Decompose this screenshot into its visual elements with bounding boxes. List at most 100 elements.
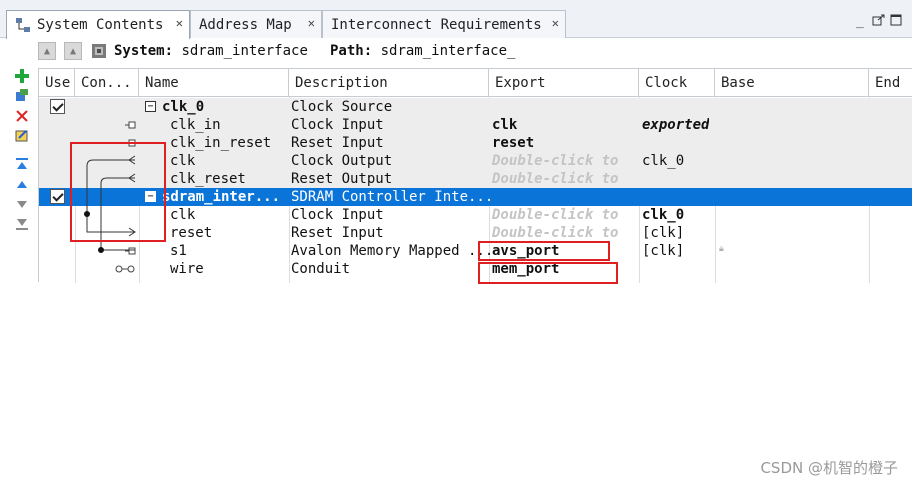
hierarchy-icon <box>16 89 28 101</box>
path-value: sdram_interface_ <box>380 43 516 59</box>
move-to-top-button[interactable] <box>14 156 30 172</box>
move-up-icon: ▲ <box>43 45 51 57</box>
system-path-info: System: sdram_interface <box>114 43 308 59</box>
column-header-use[interactable]: Use <box>39 69 75 97</box>
tab-bar: System Contents ✕ Address Map ✕ Intercon… <box>0 0 912 39</box>
edit-component-button[interactable] <box>14 128 30 144</box>
move-to-bottom-icon <box>16 219 28 230</box>
row-export[interactable]: Double-click to <box>492 170 618 188</box>
table-row-wire[interactable]: wire Conduit mem_port <box>39 260 912 278</box>
system-value: sdram_interface <box>181 43 308 59</box>
arrow-down-icon <box>17 201 27 208</box>
row-name: clk <box>170 153 196 169</box>
row-name: reset <box>170 225 213 241</box>
row-clock: [clk] <box>642 225 685 241</box>
close-icon[interactable]: ✕ <box>552 16 559 30</box>
move-up-button[interactable]: ▲ <box>38 42 56 60</box>
move-down-button[interactable] <box>14 196 30 212</box>
component-tool-strip <box>8 66 34 236</box>
tab-label: System Contents <box>37 17 164 33</box>
table-row-sdram-interface[interactable]: − sdram_inter... SDRAM Controller Inte..… <box>39 188 912 206</box>
table-header: Use Con... Name Description Export Clock… <box>39 69 912 97</box>
column-header-clock[interactable]: Clock <box>639 69 715 97</box>
table-row-sdram-clk[interactable]: clk Clock Input Double-click to clk_0 <box>39 206 912 224</box>
tab-interconnect-requirements[interactable]: Interconnect Requirements ✕ <box>322 10 566 38</box>
row-description: SDRAM Controller Inte... <box>291 189 494 205</box>
edit-icon <box>15 130 28 142</box>
row-name: sdram_inter... <box>162 189 281 205</box>
move-up-button[interactable] <box>14 176 30 192</box>
add-component-button[interactable] <box>14 68 30 84</box>
system-contents-icon <box>15 17 31 33</box>
add-hierarchy-button[interactable] <box>14 88 30 104</box>
column-header-base[interactable]: Base <box>715 69 869 97</box>
column-header-connections[interactable]: Con... <box>75 69 139 97</box>
system-icon <box>90 42 108 60</box>
column-header-end[interactable]: End <box>869 69 912 97</box>
highlight-box-connections <box>70 142 166 242</box>
move-top-button[interactable]: ▲ <box>64 42 82 60</box>
delete-icon <box>16 110 28 122</box>
system-contents-table: Use Con... Name Description Export Clock… <box>38 68 912 283</box>
close-icon[interactable]: ✕ <box>176 16 183 30</box>
row-name: clk_in <box>170 117 221 133</box>
move-to-bottom-button[interactable] <box>14 216 30 232</box>
row-export[interactable]: Double-click to <box>492 152 618 170</box>
row-clock: [clk] <box>642 243 685 259</box>
path-info: Path: sdram_interface_ <box>330 43 515 59</box>
row-description: Conduit <box>291 261 351 277</box>
path-label: Path: <box>330 43 373 59</box>
row-export[interactable]: clk <box>492 116 517 134</box>
row-name: clk_0 <box>162 99 205 115</box>
table-row-clk-in-reset[interactable]: clk_in_reset Reset Input reset <box>39 134 912 152</box>
move-to-top-icon <box>16 158 28 169</box>
column-header-description[interactable]: Description <box>289 69 489 97</box>
row-clock: exported <box>642 117 710 133</box>
row-clock[interactable]: clk_0 <box>642 206 684 224</box>
row-description: Avalon Memory Mapped ... <box>291 243 494 259</box>
row-description: Reset Input <box>291 225 384 241</box>
column-header-name[interactable]: Name <box>139 69 289 97</box>
highlight-box-avs-port <box>478 241 610 261</box>
remove-component-button[interactable] <box>14 108 30 124</box>
table-row-s1[interactable]: s1 Avalon Memory Mapped ... avs_port [cl… <box>39 242 912 260</box>
watermark: CSDN @机智的橙子 <box>760 459 898 477</box>
row-description: Reset Input <box>291 135 384 151</box>
move-top-icon: ▲ <box>69 45 77 57</box>
table-row-clk[interactable]: clk Clock Output Double-click to clk_0 <box>39 152 912 170</box>
use-checkbox[interactable] <box>50 189 65 204</box>
detach-icon[interactable] <box>872 14 886 30</box>
use-checkbox[interactable] <box>50 99 65 114</box>
table-row-sdram-reset[interactable]: reset Reset Input Double-click to [clk] <box>39 224 912 242</box>
row-description: Reset Output <box>291 171 393 187</box>
row-description: Clock Input <box>291 117 384 133</box>
lock-icon[interactable]: 🔒︎ <box>719 244 724 254</box>
row-description: Clock Input <box>291 207 384 223</box>
connection-dot <box>98 247 104 253</box>
row-name: clk_in_reset <box>170 135 272 151</box>
tab-address-map[interactable]: Address Map ✕ <box>190 10 322 38</box>
table-row-clk-in[interactable]: clk_in Clock Input clk exported <box>39 116 912 134</box>
row-description: Clock Output <box>291 153 393 169</box>
arrow-up-icon <box>17 181 27 188</box>
column-header-export[interactable]: Export <box>489 69 639 97</box>
row-export[interactable]: Double-click to <box>492 206 618 224</box>
tab-label: Address Map <box>199 16 292 33</box>
tab-system-contents[interactable]: System Contents ✕ <box>6 10 190 39</box>
row-export[interactable]: reset <box>492 134 534 152</box>
highlight-box-mem-port <box>478 262 618 284</box>
table-row-clk-reset[interactable]: clk_reset Reset Output Double-click to <box>39 170 912 188</box>
table-row-clk-0[interactable]: − clk_0 Clock Source <box>39 98 912 116</box>
row-clock: clk_0 <box>642 153 685 169</box>
row-name: clk <box>170 207 196 223</box>
row-name: wire <box>170 261 204 277</box>
minimize-icon[interactable]: _ <box>856 14 864 29</box>
tab-label: Interconnect Requirements <box>331 16 542 33</box>
close-icon[interactable]: ✕ <box>308 16 315 30</box>
row-description: Clock Source <box>291 99 393 115</box>
row-name: clk_reset <box>170 171 246 187</box>
row-name: s1 <box>170 243 187 259</box>
row-export[interactable]: Double-click to <box>492 224 618 242</box>
maximize-icon[interactable] <box>890 14 902 30</box>
collapse-icon[interactable]: − <box>145 101 156 112</box>
